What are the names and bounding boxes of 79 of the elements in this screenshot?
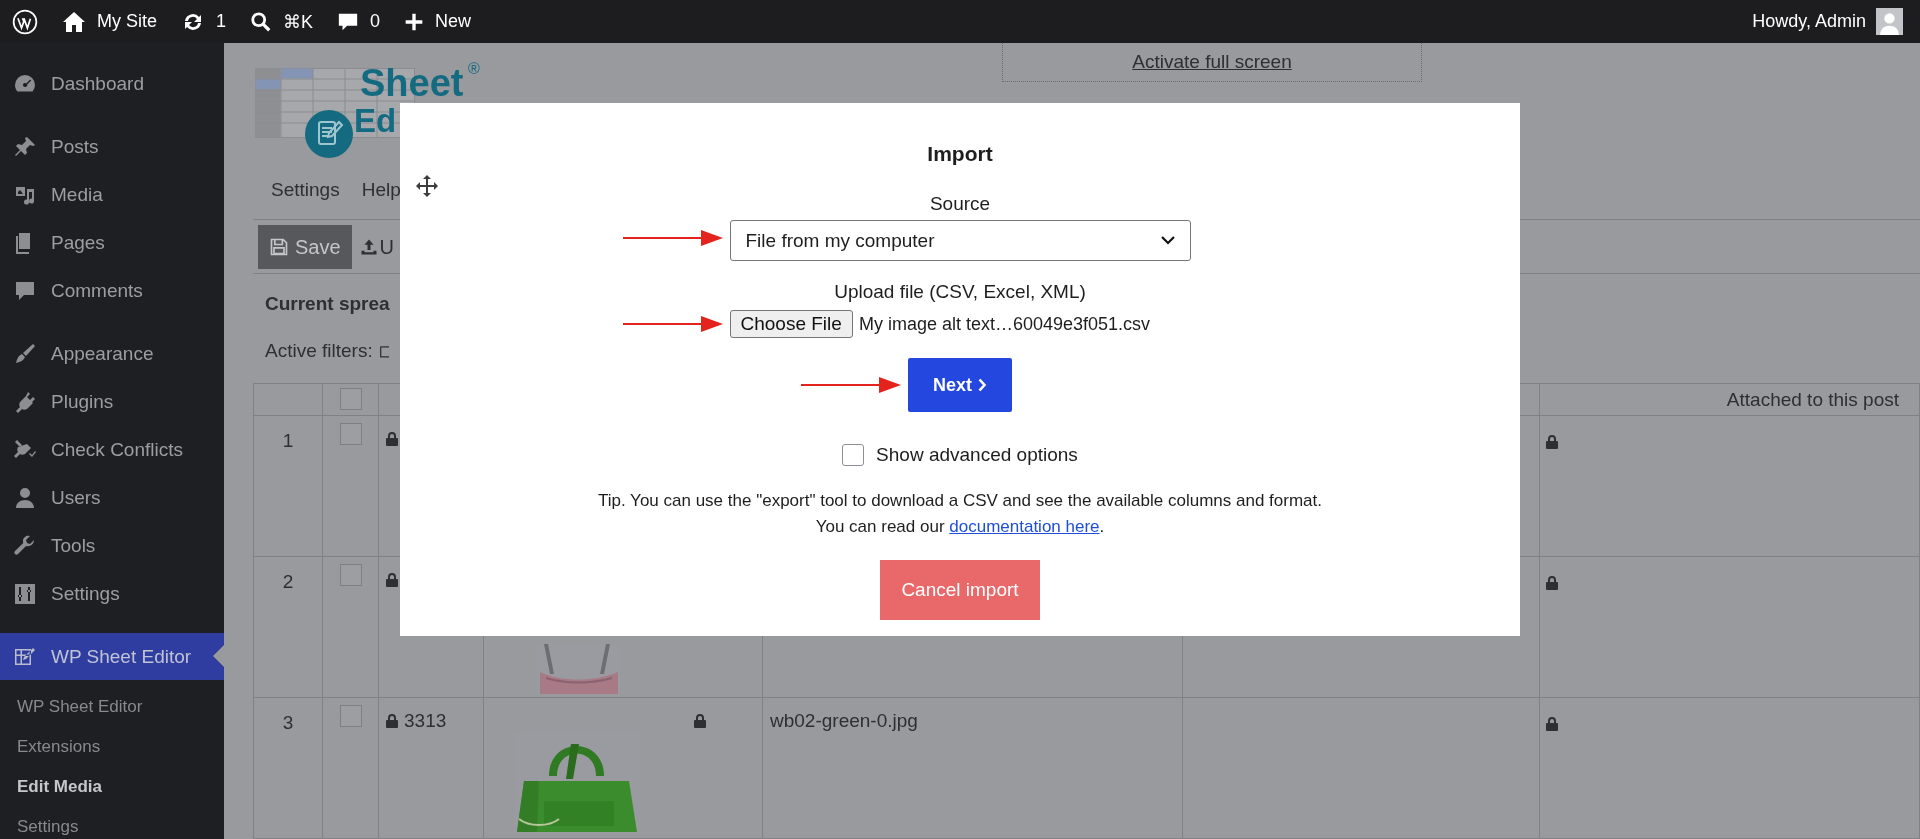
documentation-link[interactable]: documentation here: [949, 517, 1100, 536]
sidebar-item[interactable]: Posts: [0, 123, 224, 171]
updates-link[interactable]: 1: [181, 9, 227, 34]
pin-icon: [13, 135, 37, 159]
fullscreen-link[interactable]: Activate full screen: [1132, 51, 1292, 73]
lock-icon: [694, 714, 706, 728]
comments-link[interactable]: 0: [337, 10, 381, 33]
sidebar-item[interactable]: Pages: [0, 219, 224, 267]
checkbox-label: Show advanced options: [876, 444, 1078, 466]
sidebar-item[interactable]: Comments: [0, 267, 224, 315]
sidebar-item[interactable]: Appearance: [0, 330, 224, 378]
new-link[interactable]: New: [404, 11, 472, 32]
advanced-options-checkbox[interactable]: [842, 444, 865, 466]
menu-item[interactable]: Settings: [271, 179, 340, 201]
sidebar-item[interactable]: Media: [0, 171, 224, 219]
spreadsheet-heading: Current sprea: [265, 293, 390, 316]
save-button[interactable]: Save: [258, 225, 352, 269]
sliders-icon: [13, 582, 37, 606]
chevron-down-icon: [1160, 236, 1175, 245]
site-link[interactable]: My Site: [62, 9, 157, 34]
sidebar-item[interactable]: Users: [0, 474, 224, 522]
tip-text: Tip. You can use the "export" tool to download a CSV and see the available columns and format.: [598, 490, 1322, 512]
lock-icon: [386, 714, 398, 728]
file-name: My image alt text…60049e3f051.csv: [858, 313, 1151, 335]
file-name: wb02-green-0.jpg: [770, 710, 918, 731]
field-label: Source: [929, 193, 991, 215]
table-cell: 3313: [404, 710, 447, 732]
speech-bubble-icon: [13, 279, 37, 303]
logo-text: Ed: [354, 102, 397, 140]
submenu-item[interactable]: Extensions: [0, 727, 224, 767]
paintbrush-icon: [13, 342, 37, 366]
field-label: Upload file (CSV, Excel, XML): [834, 281, 1086, 303]
move-icon[interactable]: [415, 174, 439, 198]
lock-icon: [1546, 576, 1558, 590]
sidebar-item[interactable]: Check Conflicts: [0, 426, 224, 474]
cancel-import-button[interactable]: Cancel import: [880, 560, 1040, 620]
choose-file-button[interactable]: Choose File: [729, 310, 853, 338]
search-icon: [250, 10, 273, 33]
row-checkbox[interactable]: [339, 564, 362, 586]
sidebar-item[interactable]: WP Sheet Editor: [0, 633, 224, 680]
person-icon: [13, 486, 37, 510]
row-number: 2: [282, 571, 294, 592]
submenu-item[interactable]: Settings: [0, 807, 224, 839]
row-checkbox[interactable]: [339, 705, 362, 727]
wrench-icon: [13, 534, 37, 558]
row-checkbox[interactable]: [339, 423, 362, 445]
registered-mark: ®: [468, 60, 480, 78]
chevron-right-icon: [978, 378, 987, 392]
sidebar-item[interactable]: Dashboard: [0, 60, 224, 108]
upload-icon: [359, 238, 378, 256]
account-link[interactable]: Howdy, Admin: [1752, 8, 1903, 35]
notepad-badge-icon: [305, 110, 353, 158]
row-number: 1: [282, 430, 294, 451]
filters-label: Active filters:: [265, 340, 373, 362]
sidebar-item[interactable]: Settings: [0, 570, 224, 618]
logo-text: Sheet: [360, 62, 464, 105]
sidebar-item[interactable]: Tools: [0, 522, 224, 570]
search-link[interactable]: ⌘K: [250, 10, 314, 33]
row-number: 3: [282, 712, 294, 733]
lock-icon: [1546, 435, 1558, 449]
lock-icon: [386, 573, 398, 587]
column-header: Attached to this post: [1726, 388, 1899, 411]
plus-icon: [404, 11, 425, 32]
submenu-item[interactable]: WP Sheet Editor: [0, 687, 224, 727]
sidebar-item[interactable]: Plugins: [0, 378, 224, 426]
documentation-text: You can read our documentation here.: [815, 516, 1105, 538]
lock-icon: [1546, 717, 1558, 731]
lock-icon: [386, 432, 398, 446]
submenu-item[interactable]: Edit Media: [0, 767, 224, 807]
menu-pointer-icon: [213, 645, 224, 667]
home-icon: [62, 9, 86, 34]
select-all-checkbox[interactable]: [339, 388, 362, 410]
wordpress-logo-icon[interactable]: [12, 8, 38, 35]
dialog-title: Import: [927, 141, 993, 167]
menu-item[interactable]: Help: [361, 179, 401, 201]
source-select[interactable]: File from my computer: [729, 220, 1191, 261]
avatar-icon: [1876, 8, 1903, 35]
next-button[interactable]: Next: [908, 358, 1012, 412]
upload-button[interactable]: U: [359, 225, 395, 269]
